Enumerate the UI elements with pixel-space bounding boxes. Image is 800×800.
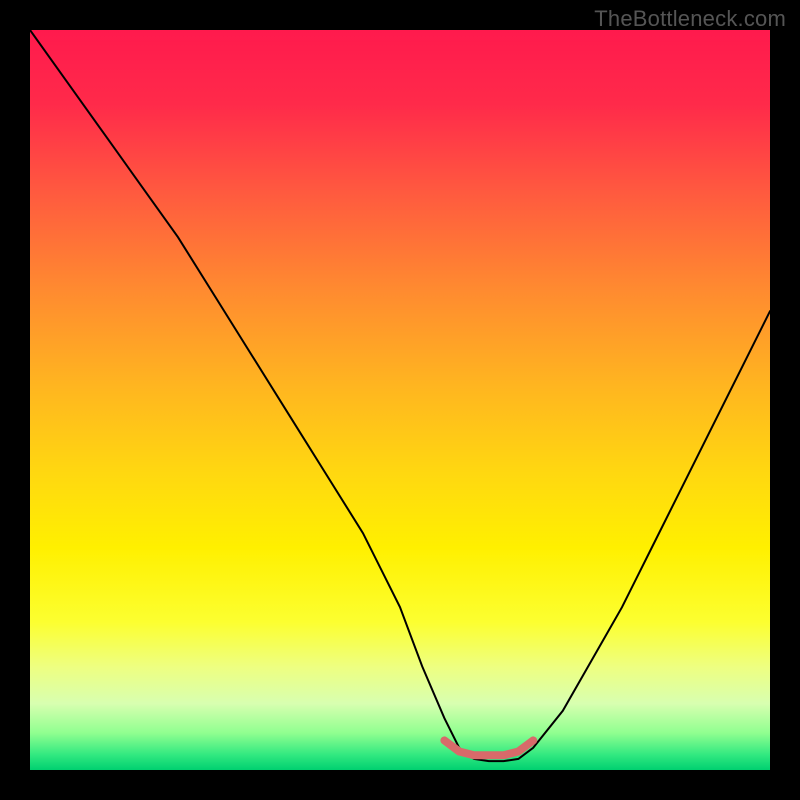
watermark-text: TheBottleneck.com [594, 6, 786, 32]
plot-area [30, 30, 770, 770]
bottleneck-curve [30, 30, 770, 761]
curve-layer [30, 30, 770, 770]
chart-frame: TheBottleneck.com [0, 0, 800, 800]
